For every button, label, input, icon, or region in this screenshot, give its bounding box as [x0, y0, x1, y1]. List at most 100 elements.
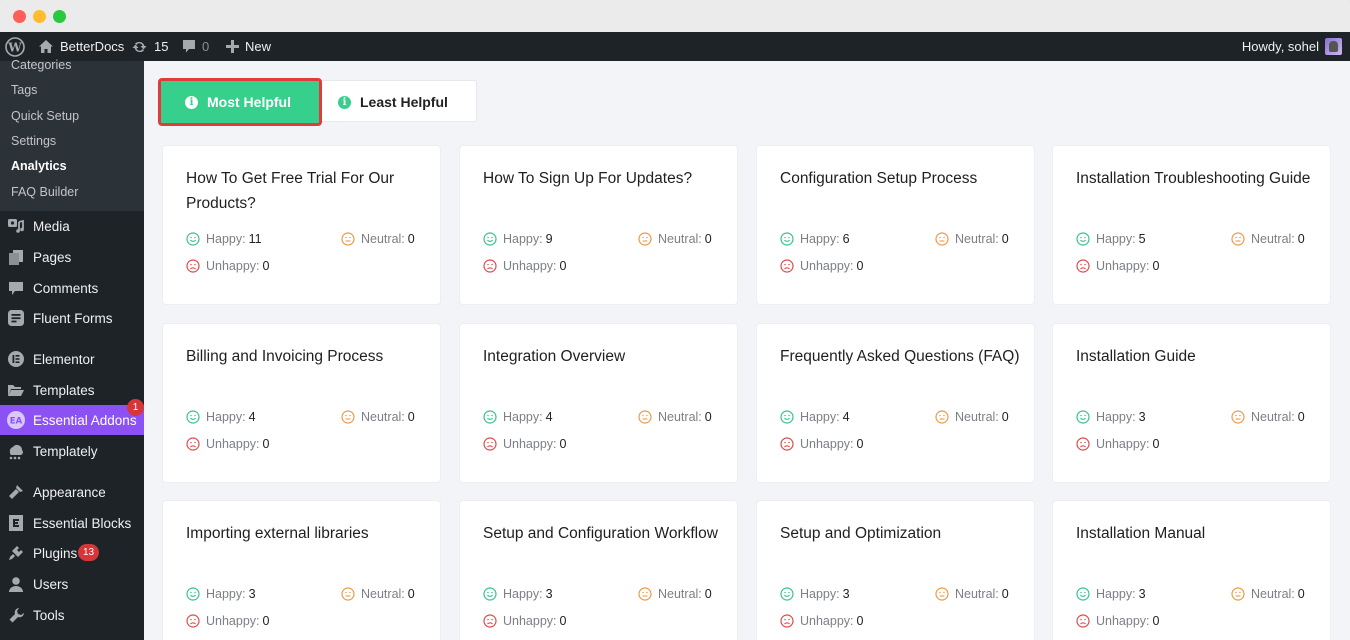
updates-icon — [131, 40, 148, 54]
unhappy-stat: Unhappy: 0 — [483, 259, 566, 273]
doc-title: Billing and Invoicing Process — [186, 348, 384, 365]
happy-stat: Happy: 5 — [1076, 232, 1146, 246]
tab-most-helpful[interactable]: i Most Helpful — [158, 78, 322, 126]
unhappy-count: 0 — [262, 259, 270, 273]
doc-card[interactable]: Installation Manual Happy: 3 Neutral: 0 … — [1052, 500, 1331, 640]
sidebar-item-label: Fluent Forms — [33, 310, 113, 326]
sidebar-item-media[interactable]: Media — [0, 211, 144, 241]
unhappy-face-icon — [1076, 259, 1090, 273]
neutral-stat: Neutral: 0 — [638, 232, 712, 246]
neutral-count: 0 — [704, 410, 712, 424]
tab-least-helpful[interactable]: i Least Helpful — [322, 81, 476, 123]
happy-stat: Happy: 4 — [780, 410, 850, 424]
happy-count: 6 — [842, 232, 850, 246]
happy-face-icon — [483, 410, 497, 424]
minimize-window-button[interactable] — [33, 10, 46, 23]
sidebar-item-templates[interactable]: Templates — [0, 375, 144, 405]
happy-count: 5 — [1138, 232, 1146, 246]
unhappy-face-icon — [483, 614, 497, 628]
close-window-button[interactable] — [13, 10, 26, 23]
happy-face-icon — [186, 410, 200, 424]
happy-count: 4 — [842, 410, 850, 424]
neutral-face-icon — [935, 232, 949, 246]
doc-title: How To Get Free Trial For Our Products? — [186, 170, 395, 212]
submenu-item-tags[interactable]: Tags — [11, 83, 37, 97]
unhappy-count: 0 — [856, 614, 864, 628]
doc-card[interactable]: Installation Troubleshooting Guide Happy… — [1052, 145, 1331, 305]
site-name-link[interactable]: BetterDocs — [38, 32, 124, 61]
neutral-stat: Neutral: 0 — [1231, 587, 1305, 601]
happy-count: 11 — [248, 232, 262, 246]
submenu-item-analytics[interactable]: Analytics — [11, 159, 67, 173]
unhappy-stat: Unhappy: 0 — [483, 614, 566, 628]
happy-label: Happy: — [1096, 410, 1136, 424]
unhappy-label: Unhappy: — [800, 437, 854, 451]
sidebar-item-appearance[interactable]: Appearance — [0, 477, 144, 507]
sidebar-item-essential-blocks[interactable]: Essential Blocks — [0, 508, 144, 538]
neutral-face-icon — [1231, 587, 1245, 601]
admin-bar: W BetterDocs 15 0 New Howdy, sohel — [0, 32, 1350, 61]
comment-bubble-icon — [182, 39, 196, 54]
sidebar-item-fluent-forms[interactable]: Fluent Forms — [0, 303, 144, 333]
submenu-item-faq-builder[interactable]: FAQ Builder — [11, 185, 78, 199]
doc-card[interactable]: Integration Overview Happy: 4 Neutral: 0… — [459, 323, 738, 483]
doc-card[interactable]: Configuration Setup Process Happy: 6 Neu… — [756, 145, 1035, 305]
happy-label: Happy: — [1096, 587, 1136, 601]
plus-icon — [226, 40, 239, 53]
happy-count: 3 — [248, 587, 256, 601]
neutral-face-icon — [1231, 410, 1245, 424]
sidebar-item-label: Plugins — [33, 545, 78, 561]
comments-link[interactable]: 0 — [182, 32, 209, 61]
sidebar-item-plugins[interactable]: Plugins 13 — [0, 538, 144, 568]
happy-count: 3 — [1138, 587, 1146, 601]
unhappy-stat: Unhappy: 0 — [483, 437, 566, 451]
doc-card[interactable]: Setup and Optimization Happy: 3 Neutral:… — [756, 500, 1035, 640]
doc-card[interactable]: Installation Guide Happy: 3 Neutral: 0 U… — [1052, 323, 1331, 483]
unhappy-stat: Unhappy: 0 — [780, 614, 863, 628]
sidebar-item-users[interactable]: Users — [0, 569, 144, 599]
home-icon — [38, 39, 54, 54]
neutral-face-icon — [638, 587, 652, 601]
unhappy-face-icon — [186, 614, 200, 628]
wordpress-logo-button[interactable]: W — [5, 32, 25, 61]
sidebar-item-pages[interactable]: Pages — [0, 242, 144, 272]
happy-face-icon — [780, 410, 794, 424]
sidebar-item-templately[interactable]: Templately — [0, 436, 144, 466]
doc-card[interactable]: How To Sign Up For Updates? Happy: 9 Neu… — [459, 145, 738, 305]
info-icon: i — [338, 95, 351, 109]
sidebar-item-comments[interactable]: Comments — [0, 273, 144, 303]
sidebar-item-essential-addons[interactable]: EA Essential Addons 1 — [0, 399, 144, 435]
sidebar-item-elementor[interactable]: Elementor — [0, 344, 144, 374]
neutral-face-icon — [935, 410, 949, 424]
updates-link[interactable]: 15 — [131, 32, 168, 61]
neutral-stat: Neutral: 0 — [638, 410, 712, 424]
neutral-label: Neutral: — [1251, 587, 1295, 601]
neutral-label: Neutral: — [658, 587, 702, 601]
tab-label: Least Helpful — [360, 94, 448, 110]
doc-card[interactable]: Setup and Configuration Workflow Happy: … — [459, 500, 738, 640]
unhappy-face-icon — [1076, 437, 1090, 451]
unhappy-stat: Unhappy: 0 — [1076, 614, 1159, 628]
submenu-item-settings[interactable]: Settings — [11, 134, 56, 148]
unhappy-count: 0 — [559, 259, 567, 273]
sidebar-item-tools[interactable]: Tools — [0, 600, 144, 630]
new-content-link[interactable]: New — [226, 32, 271, 61]
neutral-count: 0 — [1001, 410, 1009, 424]
submenu-item-categories[interactable]: Categories — [11, 58, 71, 72]
sidebar-item-label: Media — [33, 218, 70, 234]
unhappy-face-icon — [1076, 614, 1090, 628]
my-account-link[interactable]: Howdy, sohel — [1242, 32, 1342, 61]
maximize-window-button[interactable] — [53, 10, 66, 23]
notification-badge: 1 — [127, 399, 144, 416]
user-icon — [6, 574, 26, 594]
neutral-face-icon — [1231, 232, 1245, 246]
submenu-item-quick-setup[interactable]: Quick Setup — [11, 109, 79, 123]
doc-card[interactable]: How To Get Free Trial For Our Products? … — [162, 145, 441, 305]
happy-label: Happy: — [800, 587, 840, 601]
doc-card[interactable]: Frequently Asked Questions (FAQ) Happy: … — [756, 323, 1035, 483]
unhappy-count: 0 — [262, 614, 270, 628]
unhappy-label: Unhappy: — [503, 259, 557, 273]
happy-stat: Happy: 4 — [186, 410, 256, 424]
doc-card[interactable]: Billing and Invoicing Process Happy: 4 N… — [162, 323, 441, 483]
doc-card[interactable]: Importing external libraries Happy: 3 Ne… — [162, 500, 441, 640]
